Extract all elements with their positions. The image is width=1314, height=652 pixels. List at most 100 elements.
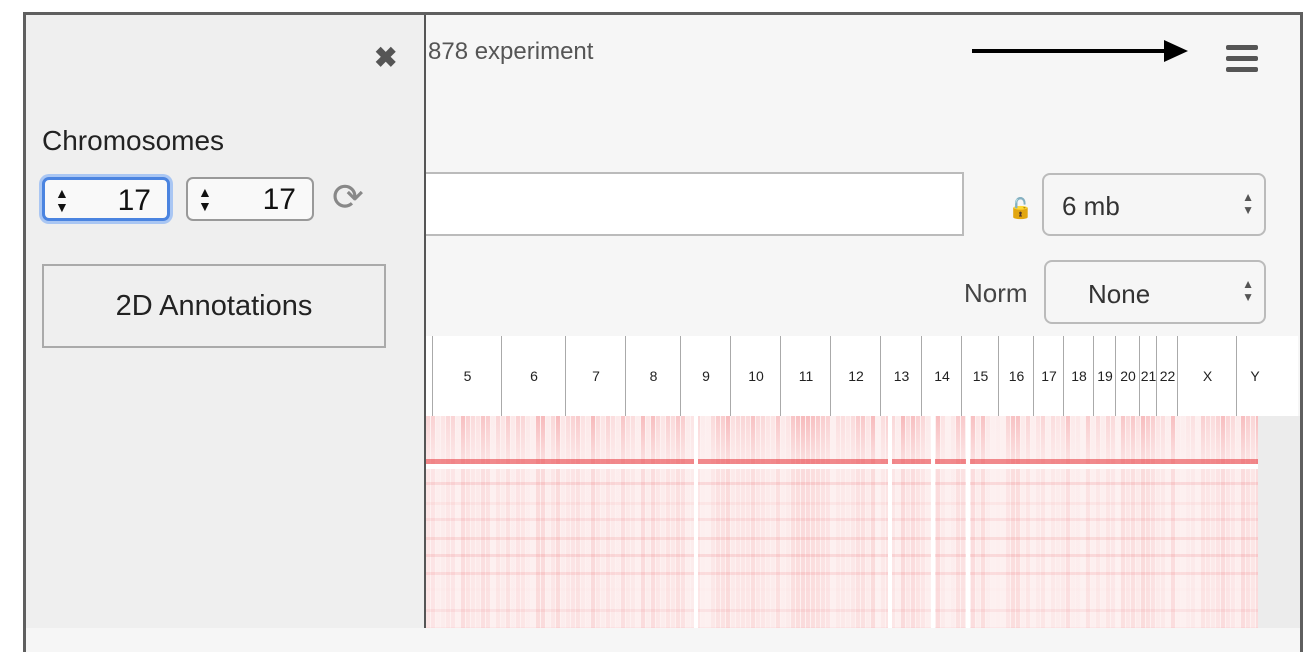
heatmap-column [776,416,780,628]
heatmap-column [631,416,635,628]
chromosome-label-Y[interactable]: Y [1236,336,1273,416]
heatmap-column [626,416,630,628]
heatmap-column [746,416,750,628]
locus-input[interactable] [420,172,964,236]
heatmap-column [661,416,665,628]
refresh-icon[interactable]: ⟳ [332,175,364,220]
heatmap-column [736,416,740,628]
heatmap-column [781,416,785,628]
heatmap-column [1096,416,1100,628]
chromosome-label-14[interactable]: 14 [921,336,962,416]
heatmap-column [741,416,745,628]
heatmap-column [641,416,645,628]
heatmap-column [1086,416,1090,628]
chromosome-label-7[interactable]: 7 [565,336,626,416]
heatmap-column [581,416,585,628]
heatmap-column [711,416,715,628]
chromosome-label-13[interactable]: 13 [880,336,922,416]
norm-value: None [1088,279,1151,309]
chromosome-label-18[interactable]: 18 [1063,336,1094,416]
heatmap-column [846,416,850,628]
heatmap-column [1246,416,1250,628]
chromosome-label-15[interactable]: 15 [961,336,999,416]
chromosome-x-stepper[interactable]: ▲ ▼ 17 [42,177,170,221]
chromosome-label-20[interactable]: 20 [1115,336,1140,416]
heatmap-column [451,416,455,628]
chromosome-y-stepper[interactable]: ▲ ▼ 17 [186,177,314,221]
sidebar-panel: ✖ Chromosomes ▲ ▼ 17 ▲ ▼ 17 ⟳ 2D Annotatio… [26,15,426,628]
resolution-select[interactable]: 6 mb ▲ ▼ [1042,173,1266,236]
chromosome-label-9[interactable]: 9 [680,336,731,416]
heatmap-column [456,416,460,628]
contact-map-heatmap[interactable] [426,416,1258,628]
heatmap-column [996,416,1000,628]
heatmap-column [516,416,520,628]
heatmap-row [426,537,1258,540]
heatmap-row [426,518,1258,521]
chromosome-label-21[interactable]: 21 [1139,336,1157,416]
close-icon[interactable]: ✖ [374,41,397,74]
heatmap-column [521,416,525,628]
heatmap-column [1131,416,1135,628]
heatmap-column [461,416,465,628]
chromosome-label-22[interactable]: 22 [1156,336,1178,416]
heatmap-column [446,416,450,628]
heatmap-row [426,588,1258,591]
heatmap-column [756,416,760,628]
chromosome-label-16[interactable]: 16 [998,336,1034,416]
heatmap-column [646,416,650,628]
chromosome-label-X[interactable]: X [1177,336,1237,416]
heatmap-column [436,416,440,628]
heatmap-column [751,416,755,628]
hamburger-menu-icon[interactable] [1226,45,1258,78]
chromosome-label-8[interactable]: 8 [625,336,681,416]
heatmap-gap [931,416,935,628]
heatmap-column [676,416,680,628]
heatmap-column [861,416,865,628]
heatmap-column [951,416,955,628]
heatmap-column [1111,416,1115,628]
heatmap-column [566,416,570,628]
heatmap-column [991,416,995,628]
heatmap-column [856,416,860,628]
heatmap-column [1221,416,1225,628]
experiment-title: 878 experiment [428,38,594,65]
heatmap-column [716,416,720,628]
heatmap-background [1258,416,1300,628]
heatmap-column [1196,416,1200,628]
stepper-arrows-icon[interactable]: ▲ ▼ [55,186,69,214]
norm-select[interactable]: None ▲ ▼ [1044,260,1266,324]
chromosome-label-17[interactable]: 17 [1033,336,1064,416]
heatmap-row [426,502,1258,505]
chromosome-label-12[interactable]: 12 [830,336,881,416]
heatmap-column [681,416,685,628]
chromosome-label-10[interactable]: 10 [730,336,781,416]
heatmap-column [1166,416,1170,628]
heatmap-gap [888,416,892,628]
heatmap-column [916,416,920,628]
heatmap-column [1191,416,1195,628]
chromosomes-label: Chromosomes [42,125,225,156]
heatmap-column [801,416,805,628]
heatmap-column [606,416,610,628]
heatmap-column [921,416,925,628]
chromosome-label-19[interactable]: 19 [1093,336,1116,416]
chromosome-label-6[interactable]: 6 [501,336,566,416]
2d-annotations-button[interactable]: 2D Annotations [42,264,386,348]
heatmap-column [546,416,550,628]
unlock-icon[interactable]: 🔓 [1008,196,1033,221]
heatmap-column [541,416,545,628]
heatmap-column [1226,416,1230,628]
chromosome-label-11[interactable]: 11 [780,336,831,416]
heatmap-column [761,416,765,628]
heatmap-column [1121,416,1125,628]
stepper-arrows-icon[interactable]: ▲ ▼ [198,185,212,213]
heatmap-column [1056,416,1060,628]
heatmap-column [1181,416,1185,628]
chromosome-label-5[interactable]: 5 [432,336,502,416]
heatmap-column [906,416,910,628]
heatmap-column [511,416,515,628]
heatmap-column [486,416,490,628]
heatmap-column [1091,416,1095,628]
chromosome-ruler[interactable]: 5 6 7 8 9 10 11 12 13 14 15 16 17 18 19 20 21 22 X Y [426,336,1298,416]
